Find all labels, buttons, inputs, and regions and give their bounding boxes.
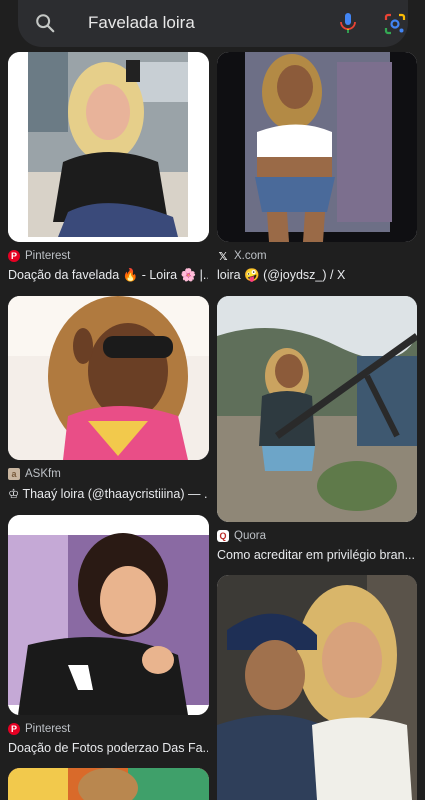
result-source[interactable]: 𝕏 X.com bbox=[217, 250, 267, 263]
result-source-label: X.com bbox=[234, 250, 267, 262]
result-source[interactable]: P Pinterest bbox=[8, 250, 70, 262]
result-title[interactable]: ♔ Thaaý loira (@thaaycristiiina) — ... bbox=[8, 486, 208, 501]
x-icon: 𝕏 bbox=[218, 250, 228, 263]
search-input[interactable]: Favelada loira bbox=[88, 13, 195, 33]
result-title[interactable]: loira 🤪 (@joydsz_) / X bbox=[217, 268, 417, 283]
askfm-icon: a bbox=[8, 468, 20, 480]
result-image[interactable] bbox=[217, 52, 417, 242]
search-bar[interactable]: Favelada loira bbox=[18, 0, 408, 47]
result-source[interactable]: a ASKfm bbox=[8, 468, 61, 480]
result-source[interactable]: Q Quora bbox=[217, 530, 266, 542]
result-image[interactable] bbox=[8, 296, 209, 460]
result-title[interactable]: Doação da favelada 🔥 - Loira 🌸 |... bbox=[8, 268, 208, 283]
result-source-label: Pinterest bbox=[25, 723, 71, 735]
result-image[interactable] bbox=[217, 575, 417, 800]
result-image[interactable] bbox=[217, 296, 417, 522]
result-source-label: Quora bbox=[234, 530, 266, 542]
pinterest-icon: P bbox=[8, 250, 20, 262]
result-image[interactable] bbox=[8, 515, 209, 715]
result-image[interactable] bbox=[8, 768, 209, 800]
lens-icon[interactable] bbox=[383, 12, 407, 36]
quora-icon: Q bbox=[217, 530, 229, 542]
mic-icon[interactable] bbox=[336, 11, 360, 35]
result-source-label: Pinterest bbox=[25, 250, 71, 262]
result-source-label: ASKfm bbox=[25, 468, 61, 480]
search-icon[interactable] bbox=[34, 12, 56, 34]
result-title[interactable]: Como acreditar em privilégio bran... bbox=[217, 548, 417, 562]
result-title[interactable]: Doação de Fotos poderzao Das Fa... bbox=[8, 741, 208, 755]
result-source[interactable]: P Pinterest bbox=[8, 723, 70, 735]
result-image[interactable] bbox=[8, 52, 209, 242]
pinterest-icon: P bbox=[8, 723, 20, 735]
